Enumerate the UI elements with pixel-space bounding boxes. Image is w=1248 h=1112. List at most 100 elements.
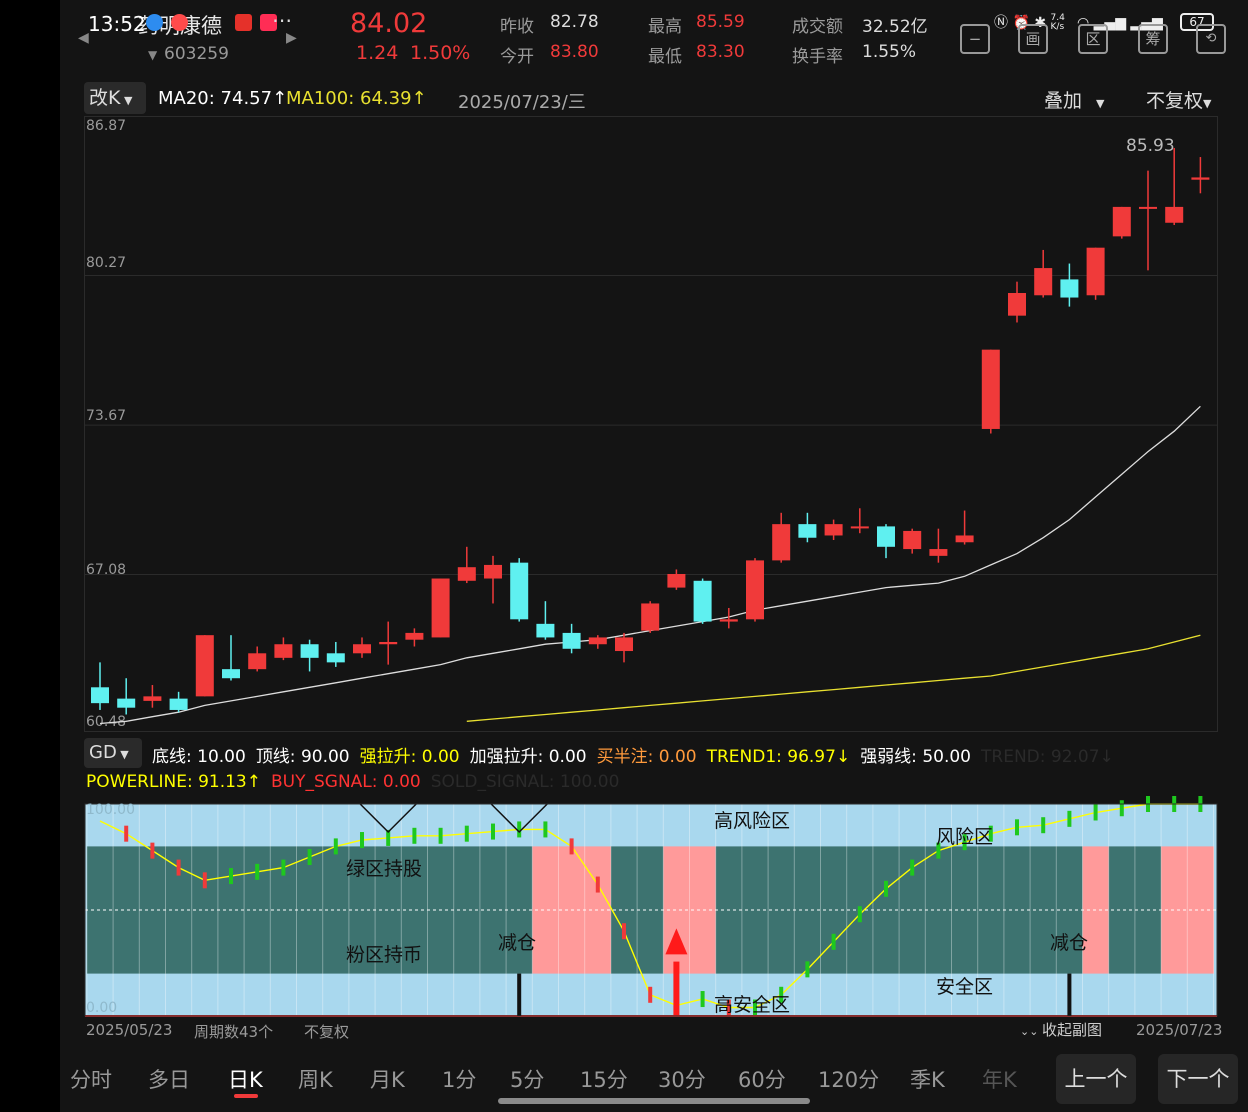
prev-stock-button[interactable]: 上一个: [1056, 1054, 1136, 1104]
candle-body: [1034, 268, 1053, 296]
ma20-line: [99, 405, 1201, 725]
candle-body: [353, 644, 371, 654]
next-stock-button[interactable]: 下一个: [1158, 1054, 1238, 1104]
candle-body: [955, 535, 974, 543]
active-tab-indicator: [234, 1094, 258, 1098]
collapse-label: 收起副图: [1041, 1021, 1102, 1039]
trend-bar: [1093, 804, 1098, 821]
tab-fenshi[interactable]: 分时: [70, 1064, 112, 1094]
trend-bar: [176, 859, 181, 876]
trend-bar: [464, 825, 469, 842]
trend-bar: [202, 872, 207, 889]
reduce-label: 减仓: [498, 932, 537, 954]
indicator-value-0: 底线: 10.00: [152, 747, 246, 767]
tab-15min[interactable]: 15分: [580, 1064, 628, 1094]
candle-body: [1165, 206, 1184, 223]
kline-chart[interactable]: [60, 0, 1248, 1048]
candle-body: [798, 524, 817, 538]
candle-body: [824, 524, 843, 536]
candle-body: [484, 564, 502, 579]
trend-bar: [255, 863, 260, 880]
indicator-value-4: 买半注: 0.00: [596, 747, 697, 767]
tab-5min[interactable]: 5分: [510, 1064, 544, 1094]
candle-body: [641, 603, 660, 631]
candle-body: [772, 524, 791, 561]
tab-seasonk[interactable]: 季K: [910, 1064, 945, 1094]
pink-hold-label: 粉区持币: [346, 944, 423, 966]
candle-body: [929, 549, 948, 556]
indicator-value-7: TREND: 92.07↓: [981, 747, 1114, 767]
signal-value-0: POWERLINE: 91.13↑: [86, 772, 261, 792]
trend-bar: [857, 906, 862, 923]
zone-bottom-value: 0.00: [86, 1000, 118, 1016]
candle-body: [746, 560, 764, 620]
trend-bar: [543, 821, 548, 838]
candle-body: [850, 526, 869, 529]
candle-body: [326, 653, 345, 663]
candle-body: [248, 653, 267, 670]
indicator-select-button[interactable]: GD ▼: [84, 738, 142, 768]
trend-bar: [150, 842, 155, 859]
candle-body: [615, 637, 633, 652]
signal-value-2: SOLD_SIGNAL: 100.00: [430, 772, 620, 792]
tab-yeark[interactable]: 年K: [982, 1064, 1017, 1094]
indicator-value-3: 加强拉升: 0.00: [469, 747, 587, 767]
candle-body: [91, 687, 109, 704]
candle-body: [274, 644, 293, 658]
indicator-value-2: 强拉升: 0.00: [359, 747, 460, 767]
trend-bar: [569, 838, 574, 855]
indicator-value-6: 强弱线: 50.00: [860, 747, 971, 767]
candle-body: [877, 526, 895, 547]
trend-bar: [438, 827, 443, 844]
tab-weekk[interactable]: 周K: [298, 1064, 333, 1094]
candle-body: [1086, 247, 1105, 296]
trend-bar: [700, 991, 705, 1008]
candle-body: [981, 349, 1000, 429]
tab-duori[interactable]: 多日: [148, 1064, 190, 1094]
trend-bar: [1119, 800, 1124, 817]
trend-bar: [412, 827, 417, 844]
trend-bar: [307, 849, 312, 865]
indicator-values-line2: POWERLINE: 91.13↑ BUY_SGNAL: 0.00 SOLD_SIG…: [86, 772, 629, 792]
candle-body: [903, 530, 922, 550]
tab-1min[interactable]: 1分: [442, 1064, 476, 1094]
candle-body: [693, 580, 712, 622]
trend-bar: [648, 986, 653, 1003]
chevron-down-icon: ▼: [116, 748, 129, 761]
candle-body: [195, 635, 214, 697]
trend-bar: [1067, 810, 1072, 827]
trend-bar: [805, 961, 810, 978]
candle-body: [667, 573, 686, 588]
candle-body: [1112, 206, 1131, 237]
high-safe-zone-label: 高安全区: [714, 994, 791, 1016]
candle-body: [536, 623, 555, 638]
candle-body: [405, 632, 424, 640]
risk-zone-label: 风险区: [936, 826, 994, 848]
start-date: 2025/05/23: [86, 1021, 173, 1039]
period-count: 周期数43个: [194, 1023, 274, 1041]
reduce-label: 减仓: [1050, 932, 1089, 954]
buy-signal-bar: [673, 961, 680, 1016]
tab-30min[interactable]: 30分: [658, 1064, 706, 1094]
candle-body: [588, 637, 607, 645]
indicator-values-line1: 底线: 10.00 顶线: 90.00 强拉升: 0.00 加强拉升: 0.00 买半注…: [152, 742, 1124, 767]
candle-body: [1008, 293, 1026, 316]
tab-dayk[interactable]: 日K: [228, 1064, 263, 1094]
indicator-value-1: 顶线: 90.00: [255, 747, 350, 767]
tab-monthk[interactable]: 月K: [370, 1064, 405, 1094]
tab-120min[interactable]: 120分: [818, 1064, 879, 1094]
trend-bar: [229, 868, 233, 885]
candle-body: [169, 698, 188, 710]
candle-body: [457, 567, 476, 581]
candle-body: [510, 562, 529, 620]
collapse-icon: ⌄⌄: [1020, 1025, 1042, 1038]
candle-body: [431, 578, 450, 638]
collapse-subchart-button[interactable]: ⌄⌄ 收起副图: [1020, 1019, 1102, 1040]
candle-body: [719, 619, 738, 622]
candle-body: [143, 696, 162, 701]
safe-zone-label: 安全区: [936, 976, 994, 998]
tab-60min[interactable]: 60分: [738, 1064, 786, 1094]
trend-bar: [622, 923, 626, 940]
zone-top-value: 100.00: [86, 802, 135, 818]
candle-body: [1139, 206, 1157, 209]
